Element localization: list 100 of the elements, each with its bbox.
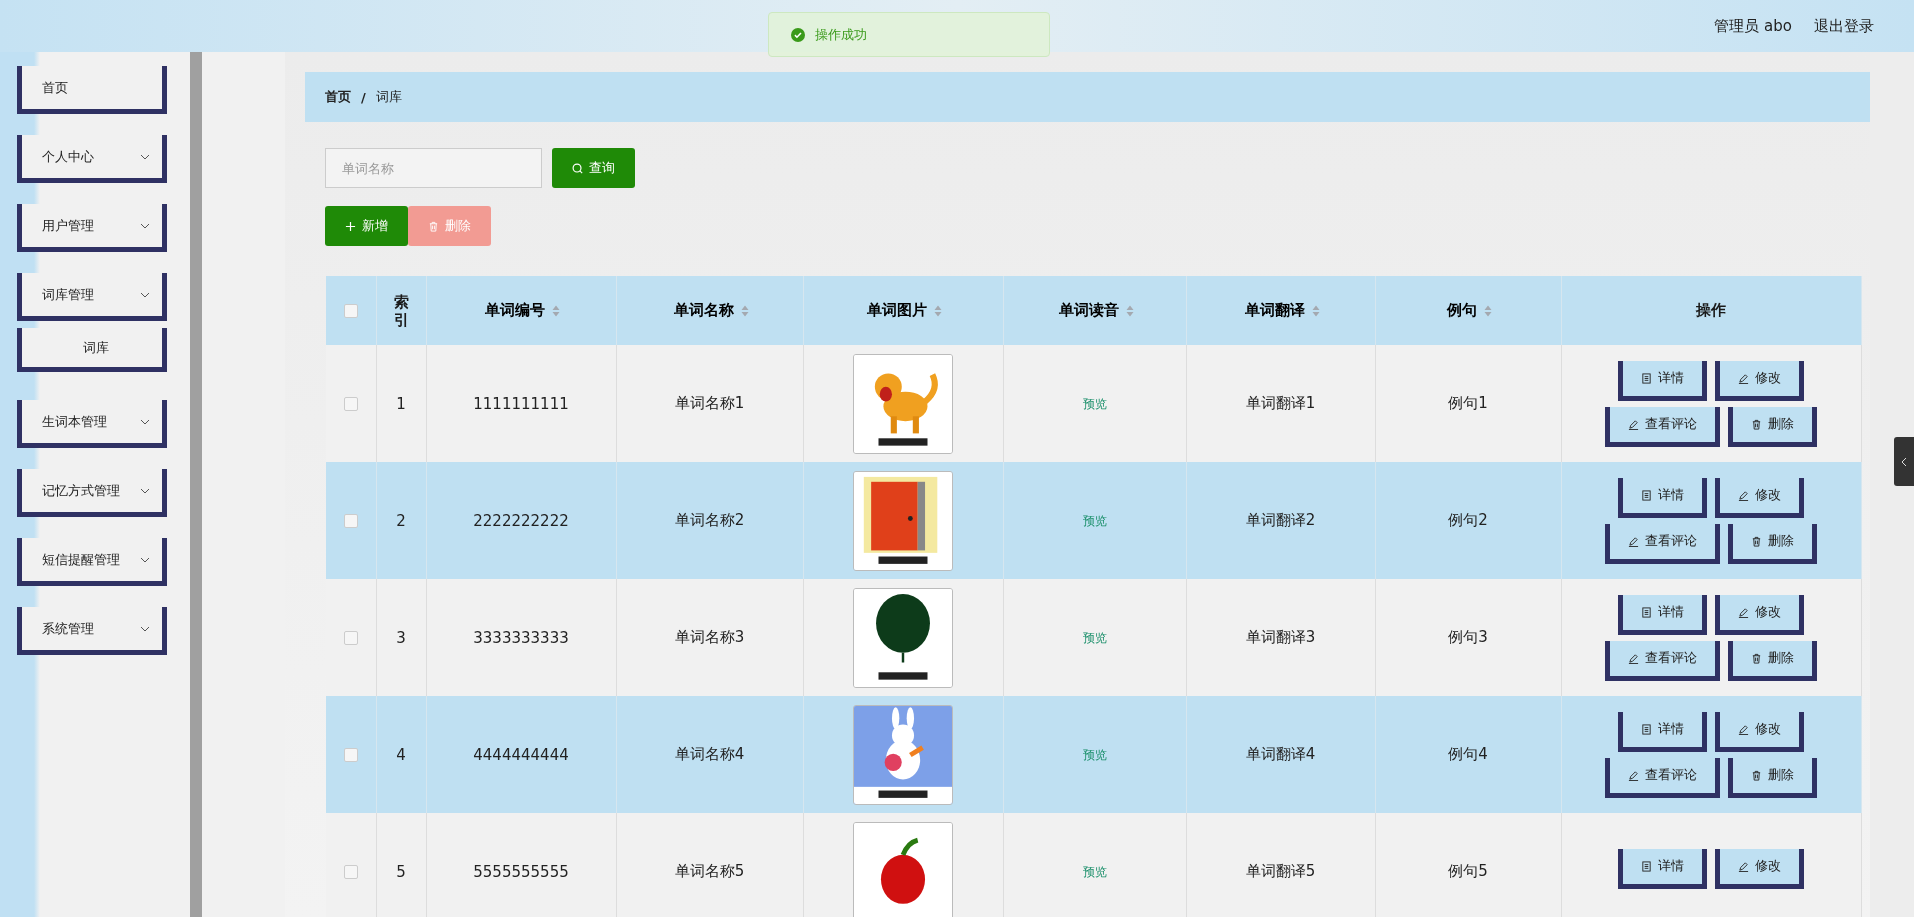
- column-header: 操作: [1695, 301, 1728, 320]
- row-checkbox[interactable]: [343, 631, 358, 645]
- sidebar-item[interactable]: 词库管理: [17, 273, 167, 321]
- pencil-icon: [1628, 769, 1640, 781]
- comments-button[interactable]: 查看评论: [1605, 640, 1721, 681]
- delete-row-button[interactable]: 删除: [1728, 757, 1818, 798]
- sort-icon[interactable]: [740, 304, 749, 317]
- column-header: 索引: [392, 292, 410, 329]
- table-cell: 例句4: [1448, 745, 1488, 763]
- column-header[interactable]: 单词编号: [482, 301, 548, 320]
- trash-icon: [1751, 769, 1763, 781]
- column-header[interactable]: 例句: [1444, 301, 1480, 320]
- column-header[interactable]: 单词名称: [670, 301, 737, 320]
- table-cell: 单词翻译4: [1245, 745, 1316, 763]
- row-checkbox[interactable]: [343, 397, 358, 411]
- column-header[interactable]: 单词翻译: [1241, 301, 1308, 320]
- chevron-down-icon: [140, 418, 150, 425]
- trash-icon: [1751, 652, 1763, 664]
- table-cell: 1: [396, 394, 406, 413]
- user-name: 管理员 abo: [1714, 16, 1792, 36]
- pencil-icon: [1628, 535, 1640, 547]
- sidebar-item[interactable]: 短信提醒管理: [17, 538, 167, 586]
- toast-message: 操作成功: [815, 25, 867, 44]
- sort-icon[interactable]: [934, 304, 942, 317]
- sort-icon[interactable]: [1125, 304, 1134, 317]
- document-icon: [1641, 723, 1653, 735]
- select-all-checkbox[interactable]: [343, 304, 358, 318]
- table-cell: 例句3: [1448, 628, 1488, 646]
- pencil-icon: [1628, 418, 1640, 430]
- details-button[interactable]: 详情: [1618, 360, 1708, 401]
- column-header[interactable]: 单词读音: [1055, 301, 1122, 320]
- panel-toggle[interactable]: [1894, 437, 1914, 486]
- edit-button[interactable]: 修改: [1715, 594, 1805, 635]
- row-checkbox[interactable]: [343, 865, 358, 879]
- details-button[interactable]: 详情: [1618, 848, 1708, 889]
- sidebar-item[interactable]: 记忆方式管理: [17, 469, 167, 517]
- document-icon: [1641, 860, 1653, 872]
- trash-icon: [1751, 418, 1763, 430]
- column-header[interactable]: 单词图片: [864, 301, 930, 320]
- preview-link[interactable]: 预览: [1082, 397, 1107, 411]
- table-cell: 单词名称2: [674, 511, 745, 529]
- scrollbar[interactable]: [190, 52, 202, 917]
- table-cell: 单词名称4: [674, 745, 745, 763]
- check-circle-icon: [791, 27, 805, 42]
- trash-icon: [428, 220, 439, 232]
- table-cell: 1111111111: [473, 394, 569, 413]
- document-icon: [1641, 372, 1653, 384]
- chevron-down-icon: [140, 153, 150, 160]
- comments-button[interactable]: 查看评论: [1605, 757, 1721, 798]
- logout-link[interactable]: 退出登录: [1814, 16, 1874, 36]
- edit-button[interactable]: 修改: [1715, 477, 1805, 518]
- sidebar-item[interactable]: 系统管理: [17, 607, 167, 655]
- sort-icon[interactable]: [552, 304, 560, 317]
- pencil-icon: [1738, 723, 1750, 735]
- table-cell: 5: [396, 862, 406, 881]
- edit-button[interactable]: 修改: [1715, 848, 1805, 889]
- chevron-down-icon: [140, 291, 150, 298]
- pencil-icon: [1738, 860, 1750, 872]
- breadcrumb-separator: /: [361, 89, 366, 105]
- chevron-down-icon: [140, 556, 150, 563]
- table-cell: 例句1: [1448, 394, 1488, 412]
- sidebar-item[interactable]: 个人中心: [17, 135, 167, 183]
- sidebar-item[interactable]: 生词本管理: [17, 400, 167, 448]
- trash-icon: [1751, 535, 1763, 547]
- sort-icon[interactable]: [1484, 304, 1492, 317]
- table-cell: 单词翻译5: [1245, 862, 1316, 880]
- details-button[interactable]: 详情: [1618, 594, 1708, 635]
- sidebar-subitem[interactable]: 词库: [17, 328, 167, 372]
- pencil-icon: [1738, 606, 1750, 618]
- sort-icon[interactable]: [1311, 304, 1320, 317]
- add-button[interactable]: 新增: [325, 206, 408, 246]
- table-cell: 例句2: [1448, 511, 1488, 529]
- sidebar-item[interactable]: 用户管理: [17, 204, 167, 252]
- row-checkbox[interactable]: [343, 748, 358, 762]
- edit-button[interactable]: 修改: [1715, 360, 1805, 401]
- delete-row-button[interactable]: 删除: [1728, 406, 1818, 447]
- table-cell: 4444444444: [473, 745, 569, 764]
- search-field[interactable]: 单词名称: [325, 148, 542, 188]
- search-icon: [572, 162, 583, 174]
- sidebar-item[interactable]: 首页: [17, 66, 167, 114]
- comments-button[interactable]: 查看评论: [1605, 523, 1721, 564]
- table-cell: 例句5: [1448, 862, 1488, 880]
- table-cell: 单词翻译3: [1245, 628, 1316, 646]
- details-button[interactable]: 详情: [1618, 477, 1708, 518]
- chevron-down-icon: [140, 222, 150, 229]
- comments-button[interactable]: 查看评论: [1605, 406, 1721, 447]
- document-icon: [1641, 606, 1653, 618]
- edit-button[interactable]: 修改: [1715, 711, 1805, 752]
- breadcrumb-link[interactable]: 词库: [375, 88, 402, 106]
- table-cell: 单词翻译2: [1245, 511, 1316, 529]
- preview-link[interactable]: 预览: [1082, 865, 1107, 879]
- breadcrumb-link[interactable]: 首页: [325, 88, 351, 106]
- search-button[interactable]: 查询: [552, 148, 635, 188]
- plus-icon: [345, 220, 356, 232]
- preview-link[interactable]: 预览: [1082, 631, 1107, 645]
- delete-row-button[interactable]: 删除: [1728, 640, 1818, 681]
- delete-row-button[interactable]: 删除: [1728, 523, 1818, 564]
- chevron-down-icon: [140, 625, 150, 632]
- details-button[interactable]: 详情: [1618, 711, 1708, 752]
- row-checkbox[interactable]: [343, 514, 358, 528]
